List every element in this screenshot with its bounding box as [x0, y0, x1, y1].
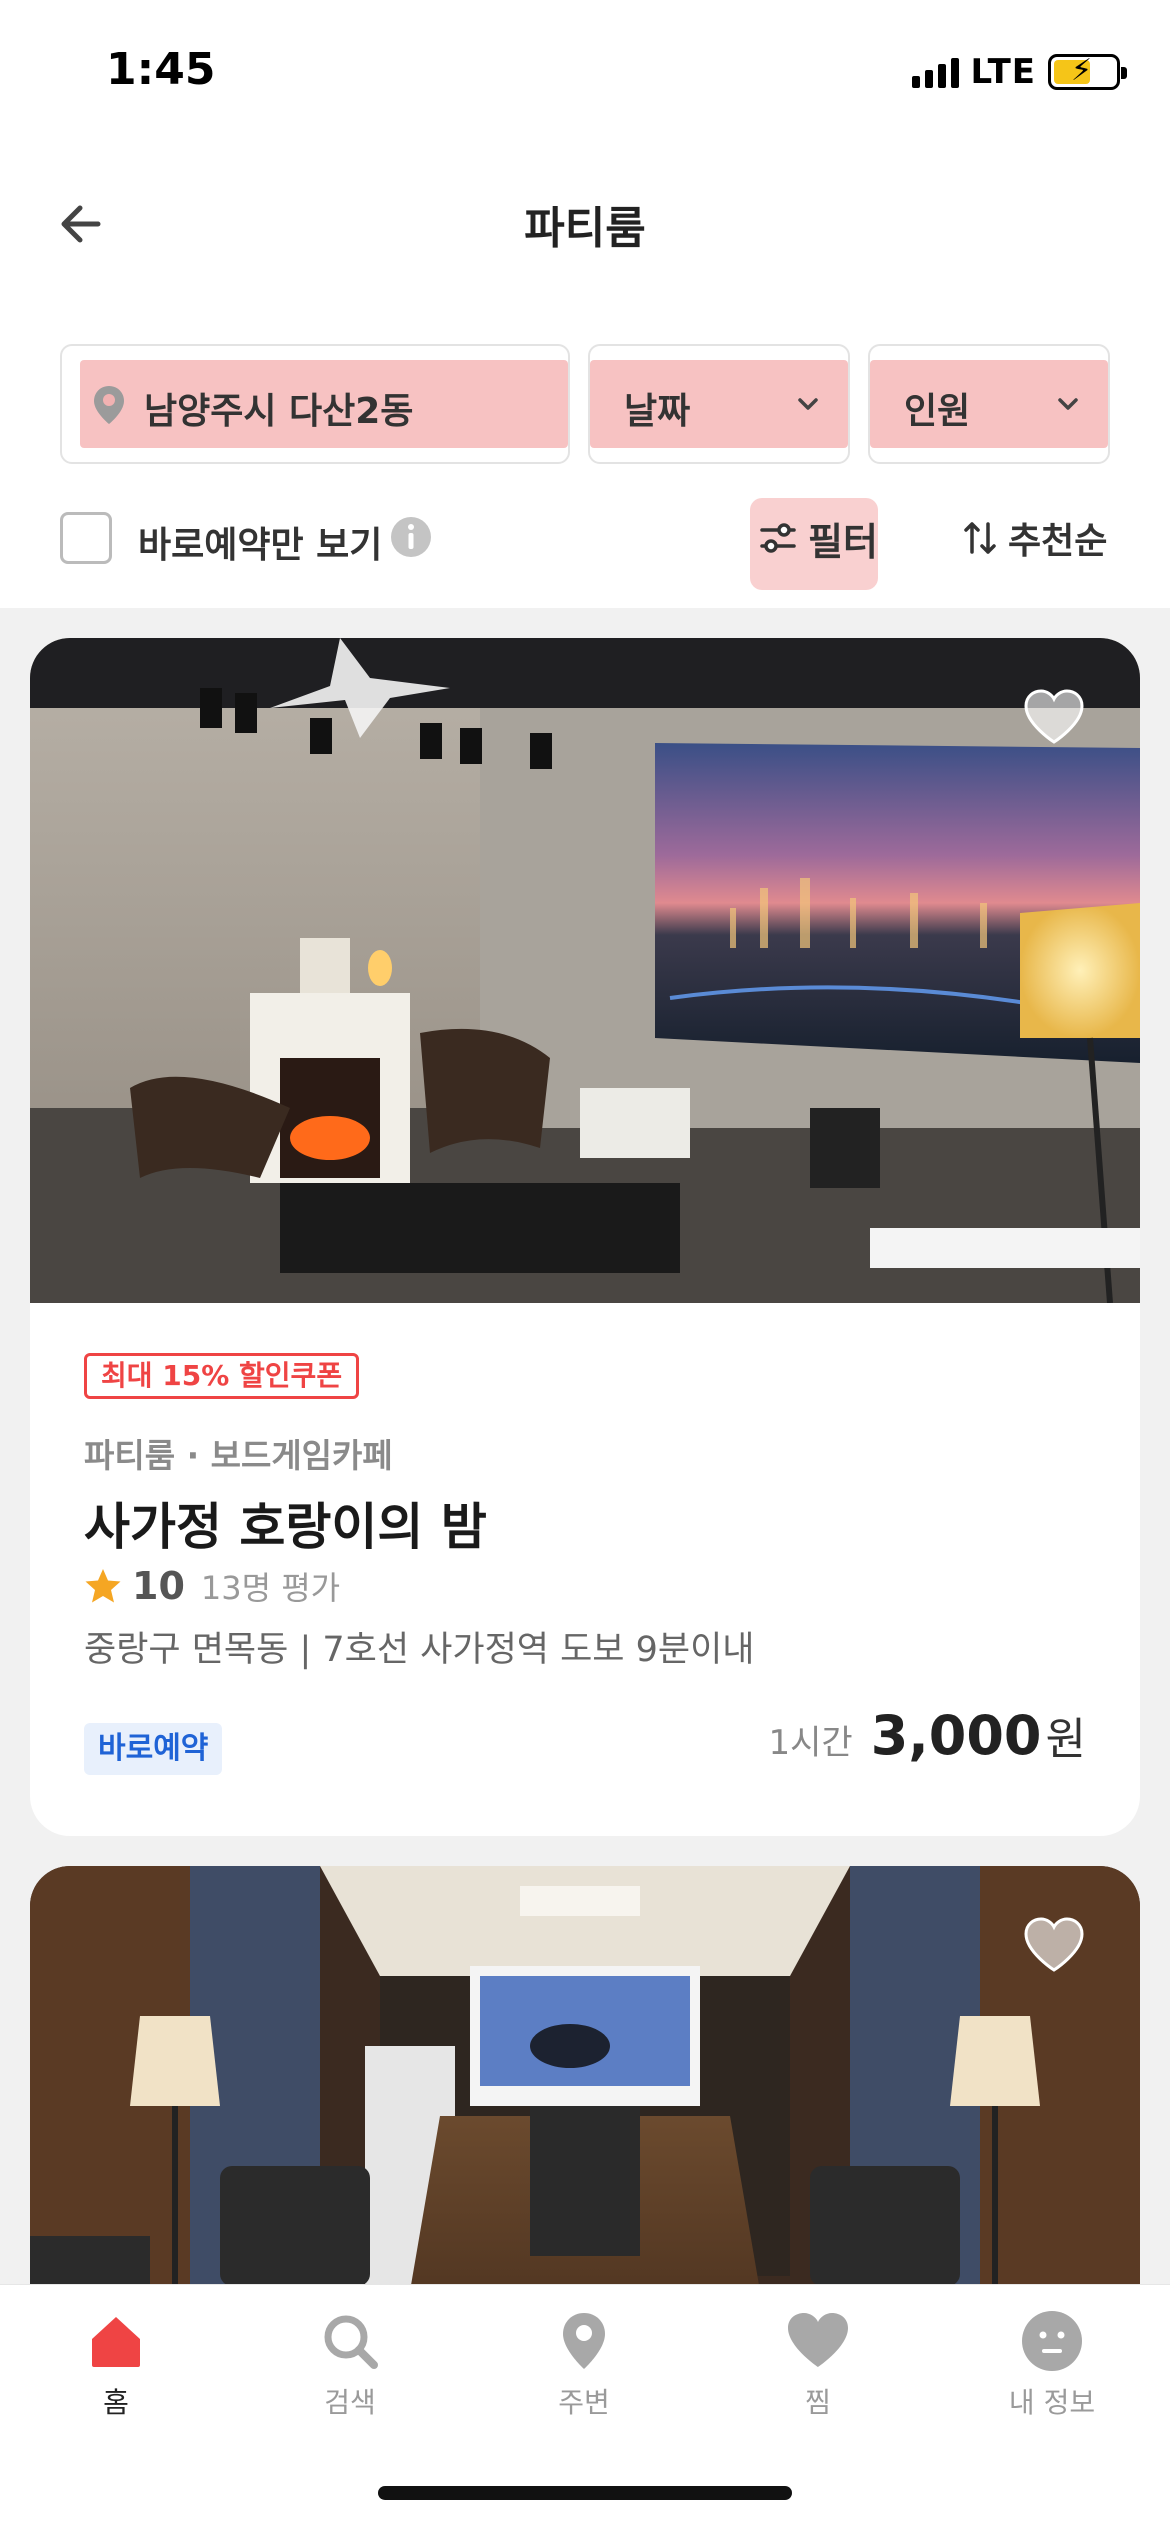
profile-face-icon	[1022, 2311, 1082, 2371]
price-value: 3,000	[870, 1704, 1042, 1767]
chevron-down-icon	[798, 398, 818, 410]
star-icon	[85, 1569, 121, 1603]
sort-arrows-icon	[964, 522, 996, 554]
sort-button[interactable]: 추천순	[962, 508, 1107, 568]
listing-category: 파티룸 · 보드게임카페	[84, 1436, 393, 1475]
instant-booking-badge: 바로예약	[84, 1723, 223, 1775]
filter-row: 바로예약만 보기 필터 추천순	[0, 490, 1170, 590]
info-icon[interactable]	[390, 516, 432, 558]
favorite-heart-icon[interactable]	[1022, 1916, 1086, 1974]
tab-search[interactable]: 검색	[260, 2309, 440, 2421]
listing-card[interactable]: 최대 15% 할인쿠폰 파티룸 · 보드게임카페 사가정 호랑이의 밤 10 1…	[30, 638, 1140, 1836]
signal-icon	[911, 56, 959, 88]
listing-photo[interactable]	[30, 638, 1140, 1303]
tab-favorites[interactable]: 찜	[728, 2309, 908, 2421]
guests-label: 인원	[904, 391, 971, 432]
price-unit: 1시간	[768, 1723, 853, 1763]
listing-title[interactable]: 사가정 호랑이의 밤	[84, 1487, 487, 1559]
review-count: 13명 평가	[200, 1569, 341, 1607]
instant-only-label: 바로예약만 보기	[138, 525, 383, 566]
header: 파티룸	[0, 170, 1170, 280]
coupon-badge: 최대 15% 할인쿠폰	[84, 1353, 360, 1399]
home-indicator	[378, 2486, 792, 2500]
rating-row: 10 13명 평가	[84, 1563, 340, 1609]
date-label: 날짜	[624, 391, 691, 432]
heart-icon	[788, 2313, 848, 2367]
date-chip[interactable]: 날짜	[588, 344, 850, 464]
location-pin-icon	[94, 386, 124, 424]
tab-nearby[interactable]: 주변	[494, 2309, 674, 2421]
listing-card[interactable]	[30, 1866, 1140, 2284]
filter-label: 필터	[808, 519, 878, 564]
party-room-photo	[30, 638, 1140, 1303]
search-icon	[324, 2315, 378, 2369]
tab-my-info[interactable]: 내 정보	[962, 2309, 1142, 2421]
tab-favorites-label: 찜	[805, 2386, 831, 2419]
search-chips: 남양주시 다산2동 날짜 인원	[60, 344, 1110, 464]
page-title: 파티룸	[524, 203, 646, 254]
tab-home-label: 홈	[103, 2386, 129, 2419]
chevron-down-icon	[1058, 398, 1078, 410]
price-currency: 원	[1045, 1714, 1086, 1765]
listing-address: 중랑구 면목동 | 7호선 사가정역 도보 9분이내	[84, 1630, 755, 1670]
favorite-heart-icon[interactable]	[1022, 688, 1086, 746]
status-bar: 1:45 LTE ⚡	[0, 0, 1170, 150]
status-indicators: LTE ⚡	[911, 52, 1127, 92]
filter-sliders-icon	[760, 523, 796, 553]
tab-home[interactable]: 홈	[26, 2309, 206, 2421]
tab-search-label: 검색	[324, 2386, 376, 2419]
instant-only-checkbox[interactable]	[60, 512, 112, 564]
guests-chip[interactable]: 인원	[868, 344, 1110, 464]
listing-feed[interactable]: 최대 15% 할인쿠폰 파티룸 · 보드게임카페 사가정 호랑이의 밤 10 1…	[0, 608, 1170, 2284]
network-label: LTE	[970, 52, 1036, 92]
rating-value: 10	[132, 1564, 185, 1608]
tab-nearby-label: 주변	[558, 2386, 610, 2419]
filter-button[interactable]: 필터	[758, 508, 878, 568]
location-chip[interactable]: 남양주시 다산2동	[60, 344, 570, 464]
listing-photo[interactable]	[30, 1866, 1140, 2284]
home-icon	[92, 2317, 140, 2367]
location-pin-icon	[563, 2313, 605, 2369]
sort-label: 추천순	[1008, 521, 1108, 562]
tab-my-info-label: 내 정보	[1008, 2386, 1096, 2419]
party-room-photo	[30, 1866, 1140, 2284]
status-time: 1:45	[106, 44, 216, 95]
location-text: 남양주시 다산2동	[144, 391, 414, 432]
battery-icon: ⚡	[1048, 53, 1127, 90]
price-row: 1시간 3,000 원	[769, 1703, 1087, 1767]
